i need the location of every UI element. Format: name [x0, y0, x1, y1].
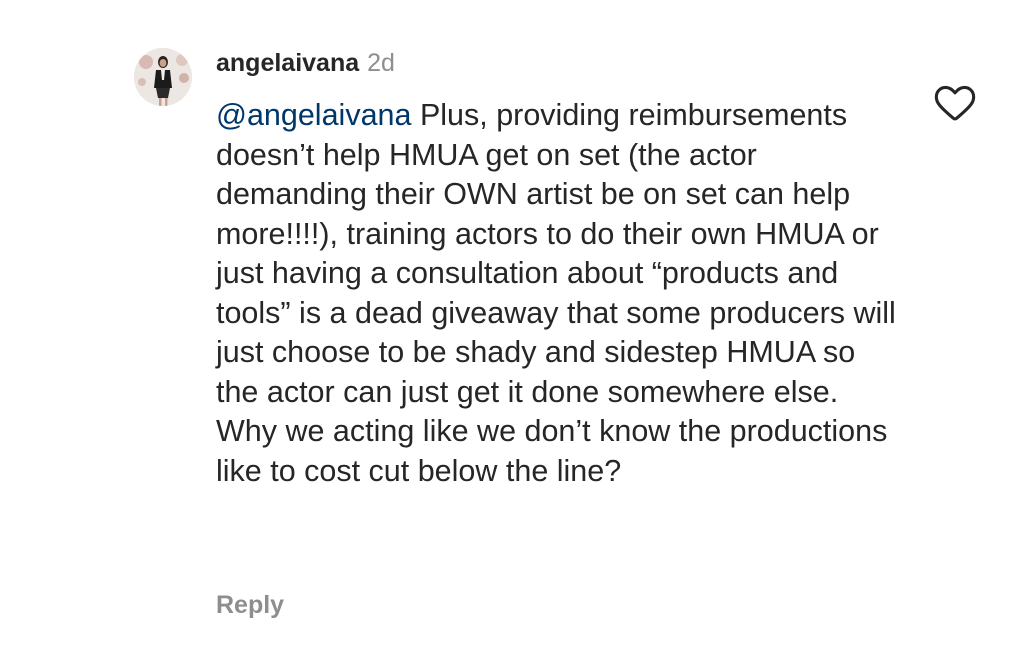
heart-icon	[934, 85, 976, 121]
avatar[interactable]	[134, 48, 192, 106]
timestamp: 2d	[367, 49, 395, 77]
comment-text: @angelaivana Plus, providing reimburseme…	[216, 96, 906, 491]
reply-button[interactable]: Reply	[216, 588, 284, 622]
comment-body: Plus, providing reimbursements doesn’t h…	[216, 98, 896, 488]
mention-link[interactable]: @angelaivana	[216, 98, 411, 132]
comment: angelaivana 2d @angelaivana Plus, providi…	[0, 0, 1024, 660]
avatar-image	[134, 48, 192, 106]
heart-outline-icon[interactable]	[934, 84, 976, 122]
comment-header: angelaivana 2d	[216, 46, 395, 80]
username[interactable]: angelaivana	[216, 49, 359, 77]
